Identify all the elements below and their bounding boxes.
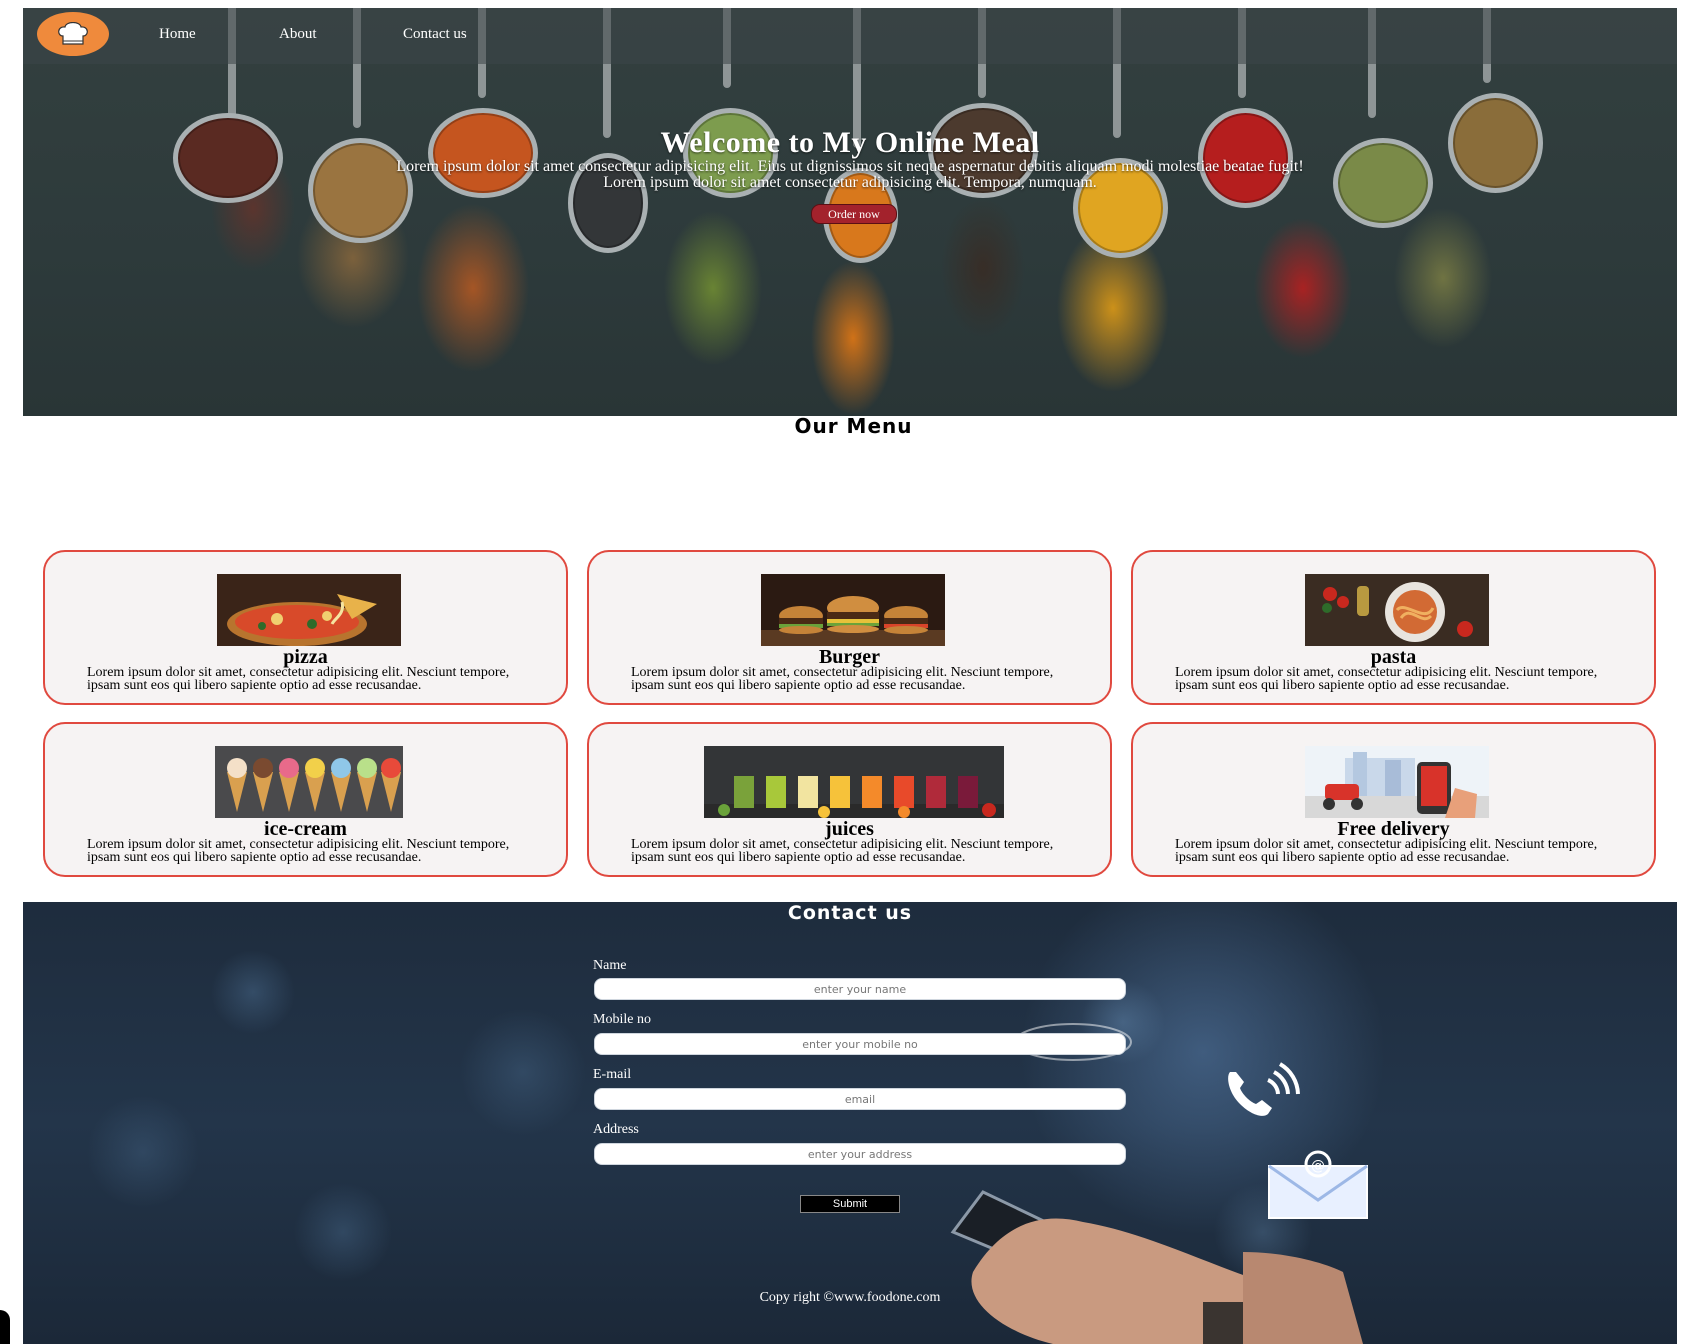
chef-hat-icon[interactable] <box>37 12 109 56</box>
nav-contact-link[interactable]: Contact us <box>403 26 467 43</box>
pizza-image <box>217 574 401 646</box>
menu-card-title: Free delivery <box>1337 818 1450 840</box>
nav-about-link[interactable]: About <box>279 26 317 43</box>
menu-card-description: Lorem ipsum dolor sit amet, consectetur … <box>631 837 1054 865</box>
menu-card-description: Lorem ipsum dolor sit amet, consectetur … <box>1175 665 1598 693</box>
menu-heading: Our Menu <box>794 414 913 438</box>
window-corner <box>0 1310 10 1344</box>
menu-card-burger[interactable]: Burger Lorem ipsum dolor sit amet, conse… <box>587 550 1112 705</box>
menu-card-title: ice-cream <box>264 818 347 840</box>
copyright-text: Copy right ©www.foodone.com <box>759 1290 941 1305</box>
menu-card-free-delivery[interactable]: Free delivery Lorem ipsum dolor sit amet… <box>1131 722 1656 877</box>
menu-card-juices[interactable]: juices Lorem ipsum dolor sit amet, conse… <box>587 722 1112 877</box>
menu-card-description: Lorem ipsum dolor sit amet, consectetur … <box>87 665 510 693</box>
ice-cream-image <box>215 746 403 818</box>
contact-section: @ Contact us Name Mobile no E-mail Addre… <box>23 902 1677 1344</box>
submit-button[interactable]: Submit <box>800 1195 900 1213</box>
navbar: Home About Contact us <box>23 8 1677 64</box>
hand-holding-phone-image <box>950 1190 1363 1344</box>
menu-card-title: pasta <box>1370 646 1417 668</box>
menu-card-pasta[interactable]: pasta Lorem ipsum dolor sit amet, consec… <box>1131 550 1656 705</box>
menu-card-description: Lorem ipsum dolor sit amet, consectetur … <box>1175 837 1598 865</box>
name-input[interactable] <box>594 978 1126 1000</box>
delivery-image <box>1305 746 1489 818</box>
hero-title: Welcome to My Online Meal <box>660 126 1040 159</box>
order-now-button[interactable]: Order now <box>811 204 897 224</box>
mobile-label: Mobile no <box>593 1012 651 1027</box>
menu-card-title: juices <box>825 818 874 840</box>
menu-card-pizza[interactable]: pizza Lorem ipsum dolor sit amet, consec… <box>43 550 568 705</box>
chef-hat-glyph <box>58 22 88 45</box>
menu-card-title: pizza <box>283 646 328 668</box>
address-input[interactable] <box>594 1143 1126 1165</box>
mobile-input[interactable] <box>594 1033 1126 1055</box>
address-label: Address <box>593 1122 639 1137</box>
burger-image <box>761 574 945 646</box>
menu-card-title: Burger <box>818 646 881 668</box>
contact-heading: Contact us <box>787 902 913 924</box>
menu-card-description: Lorem ipsum dolor sit amet, consectetur … <box>631 665 1054 693</box>
hero-banner: Home About Contact us Welcome to My Onli… <box>23 8 1677 416</box>
pasta-image <box>1305 574 1489 646</box>
juices-image <box>704 746 1004 818</box>
nav-home-link[interactable]: Home <box>159 26 196 43</box>
menu-card-ice-cream[interactable]: ice-cream Lorem ipsum dolor sit amet, co… <box>43 722 568 877</box>
hero-text-line-2: Lorem ipsum dolor sit amet consectetur a… <box>603 174 1097 191</box>
menu-card-description: Lorem ipsum dolor sit amet, consectetur … <box>87 837 510 865</box>
email-input[interactable] <box>594 1088 1126 1110</box>
email-label: E-mail <box>593 1067 632 1082</box>
name-label: Name <box>593 958 627 973</box>
